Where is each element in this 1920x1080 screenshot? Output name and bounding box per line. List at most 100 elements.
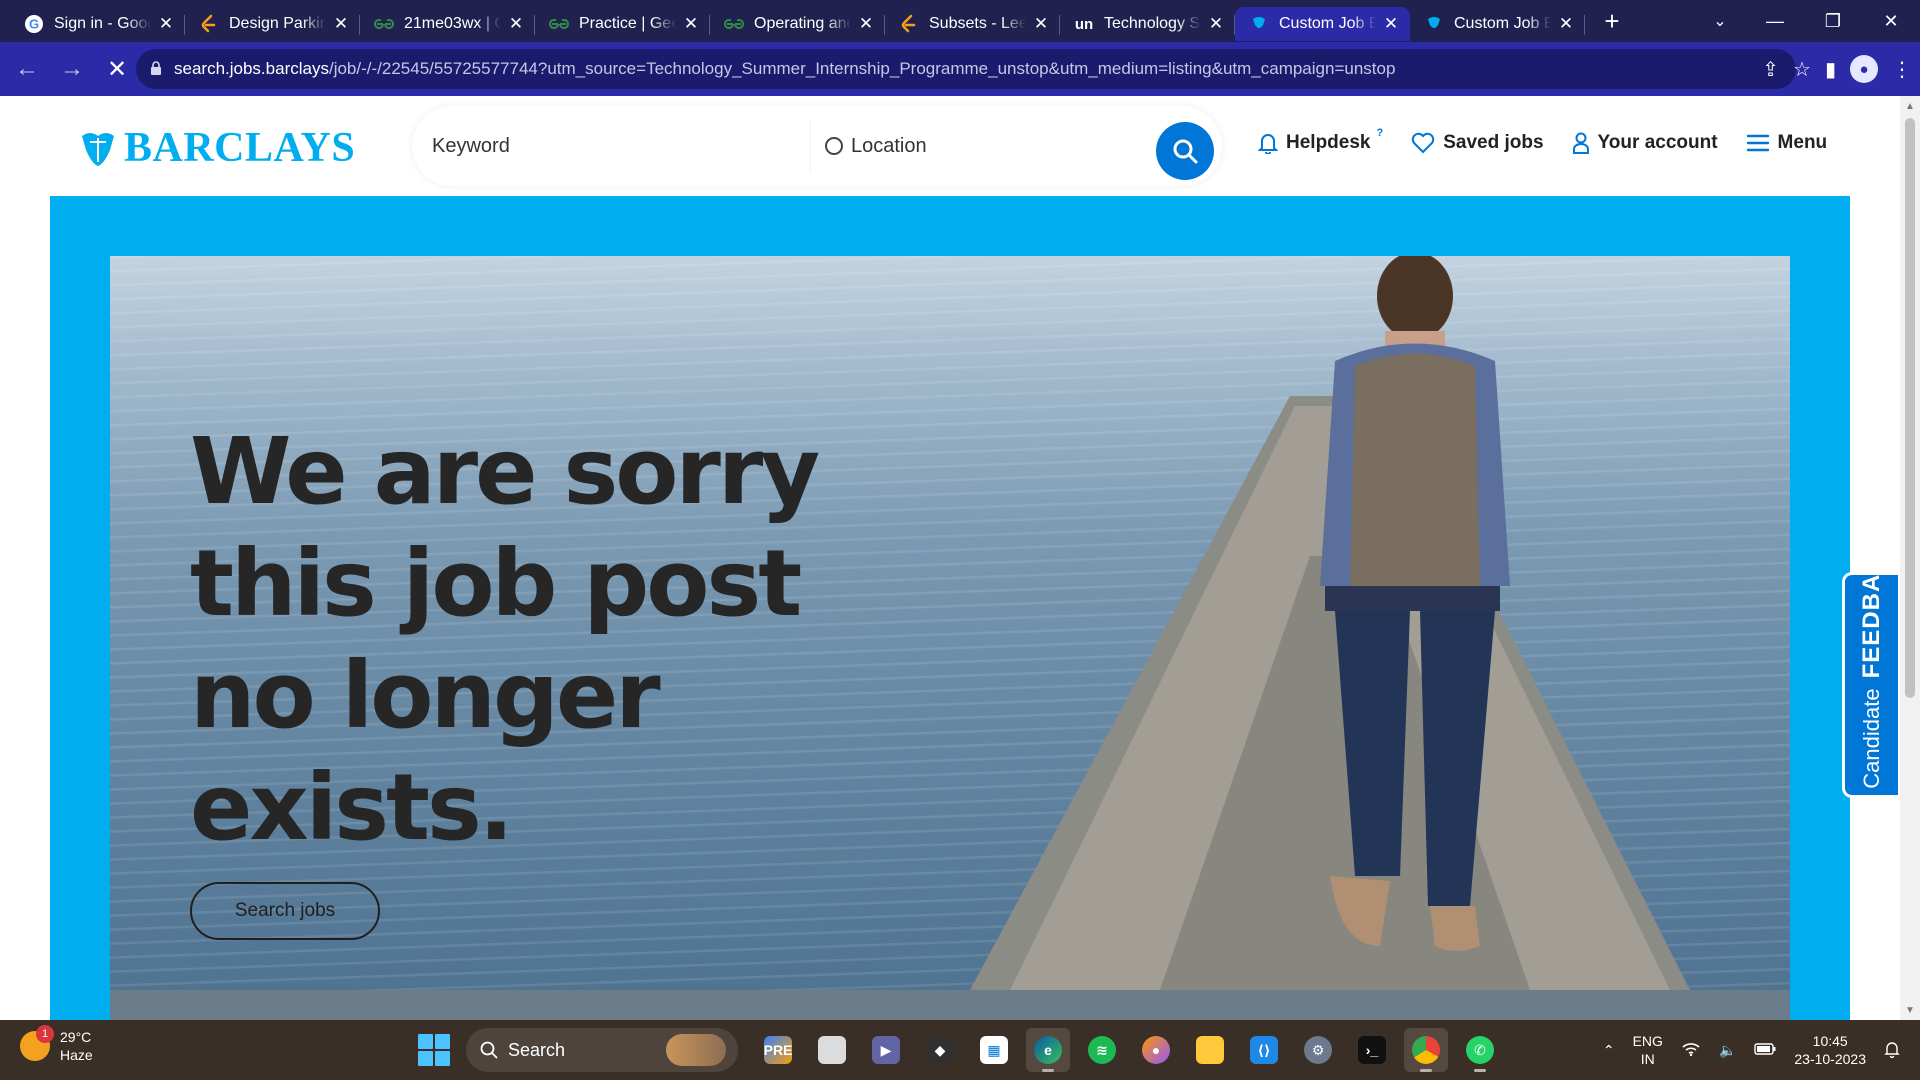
side-panel-icon[interactable]: ▮ <box>1825 57 1836 82</box>
new-tab-button[interactable]: + <box>1595 4 1629 38</box>
tab-5[interactable]: Subsets - LeetCode ✕ <box>885 7 1060 41</box>
lang-line2: IN <box>1640 1051 1655 1067</box>
back-icon[interactable]: ← <box>9 51 45 87</box>
teams-icon[interactable]: ▶ <box>864 1028 908 1072</box>
edge-icon[interactable]: e <box>1026 1028 1070 1072</box>
close-icon[interactable]: ✕ <box>1207 14 1225 33</box>
scroll-thumb[interactable] <box>1905 118 1915 698</box>
user-icon <box>1572 132 1589 154</box>
restore-icon[interactable]: ❐ <box>1804 0 1862 42</box>
location-field <box>810 120 1140 172</box>
tab-4[interactable]: Operating and Systems ✕ <box>710 7 885 41</box>
language-indicator[interactable]: ENG IN <box>1633 1032 1663 1068</box>
saved-jobs-link[interactable]: Saved jobs <box>1411 132 1544 154</box>
browser-tab-strip: G Sign in - Google Accounts ✕ Design Par… <box>0 0 1920 42</box>
system-tray: ⌃ ENG IN 🔈 10:45 23-10-2023 <box>1603 1020 1900 1080</box>
share-icon[interactable]: ⇪ <box>1762 57 1779 82</box>
geeksforgeeks-favicon-icon <box>549 14 569 34</box>
headline-line: We are sorry <box>190 418 820 525</box>
whatsapp-icon[interactable]: ✆ <box>1458 1028 1502 1072</box>
unstop-favicon-icon: un <box>1074 15 1094 33</box>
geeksforgeeks-favicon-icon <box>374 14 394 34</box>
tab-7[interactable]: Custom Job Error ✕ <box>1235 7 1410 41</box>
address-bar[interactable]: search.jobs.barclays/job/-/-/22545/55725… <box>136 49 1796 89</box>
windows-start-icon[interactable] <box>418 1034 450 1066</box>
page-scrollbar[interactable]: ▲ ▼ <box>1900 96 1920 1020</box>
windows-taskbar: 1 29°C Haze Search PRE ▶ ◆ ▦ e ≋ ● ⟨⟩ ⚙ … <box>0 1020 1920 1080</box>
tab-6[interactable]: un Technology Summer ✕ <box>1060 7 1235 41</box>
scroll-up-icon[interactable]: ▲ <box>1904 100 1916 112</box>
geeksforgeeks-favicon-icon <box>724 14 744 34</box>
terminal-icon[interactable]: ›_ <box>1350 1028 1394 1072</box>
menu-button[interactable]: Menu <box>1746 132 1827 154</box>
keyword-input[interactable] <box>432 126 792 166</box>
weather-condition: Haze <box>60 1047 93 1063</box>
barclays-logo[interactable]: BARCLAYS <box>78 124 355 172</box>
search-jobs-button[interactable]: Search jobs <box>190 882 380 940</box>
wifi-icon[interactable] <box>1681 1041 1701 1060</box>
brand-wordmark: BARCLAYS <box>124 125 356 171</box>
close-icon[interactable]: ✕ <box>507 14 525 33</box>
copilot-icon[interactable]: PRE <box>756 1028 800 1072</box>
tab-title: Operating and Systems <box>754 15 851 32</box>
weather-haze-icon: 1 <box>20 1025 54 1061</box>
scroll-down-icon[interactable]: ▼ <box>1904 1004 1916 1016</box>
profile-avatar-icon[interactable]: ● <box>1850 55 1878 83</box>
weather-widget[interactable]: 1 29°C Haze <box>20 1025 93 1064</box>
battery-icon[interactable] <box>1754 1042 1776 1058</box>
clock-date: 23-10-2023 <box>1794 1051 1866 1067</box>
tab-search-chevron-icon[interactable]: ⌄ <box>1700 0 1740 42</box>
firefox-icon[interactable]: ● <box>1134 1028 1178 1072</box>
search-highlight-art <box>666 1034 726 1066</box>
settings-icon[interactable]: ⚙ <box>1296 1028 1340 1072</box>
tab-2[interactable]: 21me03wx | GeeksforGeeks ✕ <box>360 7 535 41</box>
taskbar-search[interactable]: Search <box>466 1028 738 1072</box>
feedback-line2: FEEDBACK <box>1857 537 1885 679</box>
tab-title: Custom Job Error <box>1454 15 1551 32</box>
tab-0[interactable]: G Sign in - Google Accounts ✕ <box>10 7 185 41</box>
tab-1[interactable]: Design Parking Lot ✕ <box>185 7 360 41</box>
tab-8[interactable]: Custom Job Error ✕ <box>1410 7 1585 41</box>
close-icon[interactable]: ✕ <box>157 14 175 33</box>
close-icon[interactable]: ✕ <box>1382 14 1400 33</box>
stop-loading-icon[interactable]: ✕ <box>99 51 135 87</box>
close-icon[interactable]: ✕ <box>332 14 350 33</box>
tab-title: Practice | GeeksforGeeks <box>579 15 676 32</box>
close-window-icon[interactable]: ✕ <box>1862 0 1920 42</box>
store-icon[interactable]: ▦ <box>972 1028 1016 1072</box>
toolbar-actions: ⇪ ☆ ▮ ● ⋮ <box>1762 49 1912 89</box>
volume-icon[interactable]: 🔈 <box>1719 1042 1736 1059</box>
clock-time: 10:45 <box>1812 1033 1848 1049</box>
clock[interactable]: 10:45 23-10-2023 <box>1794 1032 1866 1068</box>
tab-title: Design Parking Lot <box>229 15 326 32</box>
close-icon[interactable]: ✕ <box>1032 14 1050 33</box>
taskbar-apps: PRE ▶ ◆ ▦ e ≋ ● ⟨⟩ ⚙ ›_ ✆ <box>756 1028 1502 1072</box>
error-headline: We are sorry this job post no longer exi… <box>190 416 830 864</box>
helpdesk-badge: ? <box>1376 127 1384 139</box>
bookmark-star-icon[interactable]: ☆ <box>1793 57 1811 82</box>
url-host: search.jobs.barclays <box>174 59 329 78</box>
close-icon[interactable]: ✕ <box>857 14 875 33</box>
svg-text:G: G <box>29 17 39 32</box>
file-viewer-icon[interactable] <box>810 1028 854 1072</box>
obs-icon[interactable]: ◆ <box>918 1028 962 1072</box>
forward-icon[interactable]: → <box>54 51 90 87</box>
minimize-icon[interactable]: — <box>1746 0 1804 42</box>
search-button[interactable] <box>1156 122 1214 180</box>
tab-3[interactable]: Practice | GeeksforGeeks ✕ <box>535 7 710 41</box>
tray-overflow-chevron-icon[interactable]: ⌃ <box>1603 1042 1615 1059</box>
file-explorer-icon[interactable] <box>1188 1028 1232 1072</box>
notification-bell-icon[interactable] <box>1884 1040 1900 1061</box>
account-link[interactable]: Your account <box>1572 132 1718 154</box>
helpdesk-link[interactable]: Helpdesk ? <box>1258 127 1383 154</box>
spotify-icon[interactable]: ≋ <box>1080 1028 1124 1072</box>
vscode-icon[interactable]: ⟨⟩ <box>1242 1028 1286 1072</box>
close-icon[interactable]: ✕ <box>682 14 700 33</box>
close-icon[interactable]: ✕ <box>1557 14 1575 33</box>
candidate-feedback-tab[interactable]: [⋯] Candidate FEEDBACK <box>1842 537 1898 833</box>
account-label: Your account <box>1597 132 1718 153</box>
chrome-icon[interactable] <box>1404 1028 1448 1072</box>
more-menu-icon[interactable]: ⋮ <box>1892 57 1912 82</box>
location-input[interactable] <box>851 126 1131 166</box>
feedback-line1: Candidate <box>1858 688 1884 789</box>
